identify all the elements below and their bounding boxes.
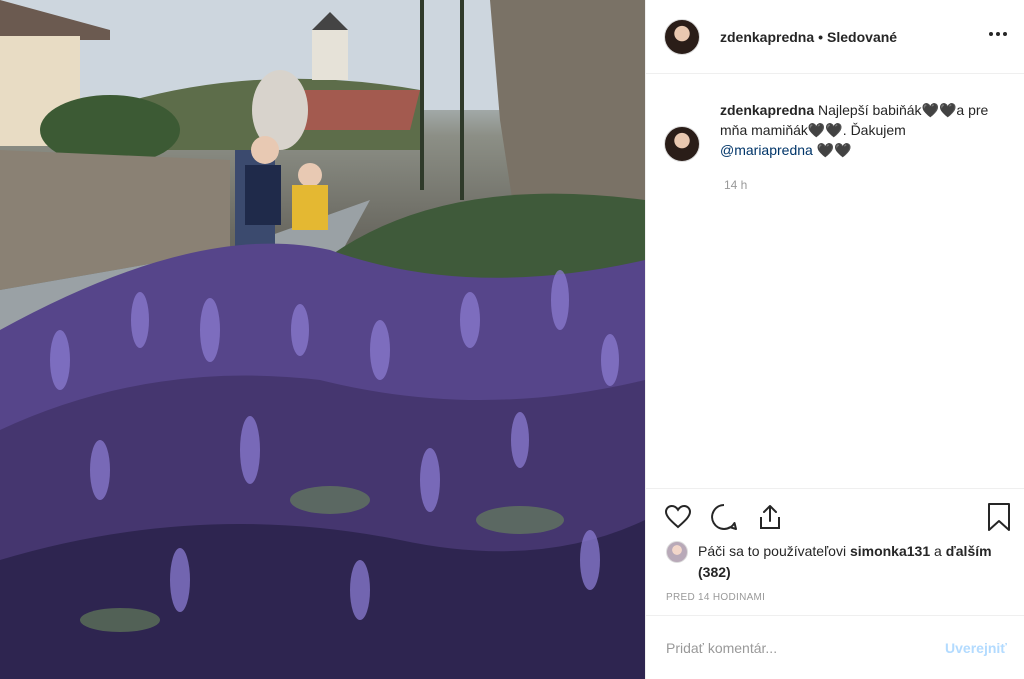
- comment-input[interactable]: Pridať komentár...: [666, 640, 777, 656]
- separator-dot: •: [818, 28, 824, 45]
- share-icon[interactable]: [754, 501, 786, 533]
- caption-hearts1: 🖤🖤: [921, 102, 957, 118]
- action-icons: [662, 501, 786, 533]
- heart-icon[interactable]: [662, 501, 694, 533]
- caption-time[interactable]: 14 h: [724, 178, 747, 192]
- post-timestamp[interactable]: PRED 14 HODINAMI: [666, 592, 765, 603]
- liker-avatar[interactable]: [666, 541, 688, 563]
- caption-hearts3: 🖤🖤: [816, 142, 852, 158]
- likes-summary: Páči sa to používateľovi simonka131 a ďa…: [666, 541, 1006, 583]
- caption-comment: zdenkapredna Najlepší babiňák🖤🖤a pre mňa…: [664, 100, 996, 162]
- action-bar: Páči sa to používateľovi simonka131 a ďa…: [646, 488, 1024, 603]
- caption-part1: Najlepší babiňák: [818, 102, 922, 118]
- comment-icon[interactable]: [708, 501, 740, 533]
- post-modal: zdenkapredna • Sledované zdenkapredna Na…: [0, 0, 1024, 679]
- post-image[interactable]: [0, 0, 645, 679]
- post-comment-button[interactable]: Uverejniť: [945, 640, 1007, 656]
- caption-hearts2: 🖤🖤: [807, 122, 843, 138]
- bookmark-icon[interactable]: [983, 501, 1015, 533]
- likes-prefix: Páči sa to používateľovi: [698, 543, 847, 559]
- add-comment-bar: Pridať komentár... Uverejniť: [646, 615, 1024, 679]
- caption-mention-link[interactable]: @mariapredna: [720, 142, 813, 158]
- post-photo-illustration: [0, 0, 645, 679]
- follow-button[interactable]: Sledované: [827, 29, 897, 45]
- likes-text: Páči sa to používateľovi simonka131 a ďa…: [698, 541, 1006, 583]
- caption-text: zdenkapredna Najlepší babiňák🖤🖤a pre mňa…: [720, 100, 996, 162]
- avatar[interactable]: [664, 18, 700, 55]
- likes-conj: a: [934, 543, 942, 559]
- post-sidebar: zdenkapredna • Sledované zdenkapredna Na…: [645, 0, 1024, 679]
- post-header: zdenkapredna • Sledované: [646, 0, 1024, 74]
- avatar[interactable]: [664, 126, 700, 162]
- caption-username[interactable]: zdenkapredna: [720, 102, 814, 118]
- caption-part3: . Ďakujem: [842, 122, 906, 138]
- author-username[interactable]: zdenkapredna: [720, 29, 814, 45]
- more-options-icon[interactable]: [986, 22, 1010, 46]
- liker-username[interactable]: simonka131: [850, 543, 930, 559]
